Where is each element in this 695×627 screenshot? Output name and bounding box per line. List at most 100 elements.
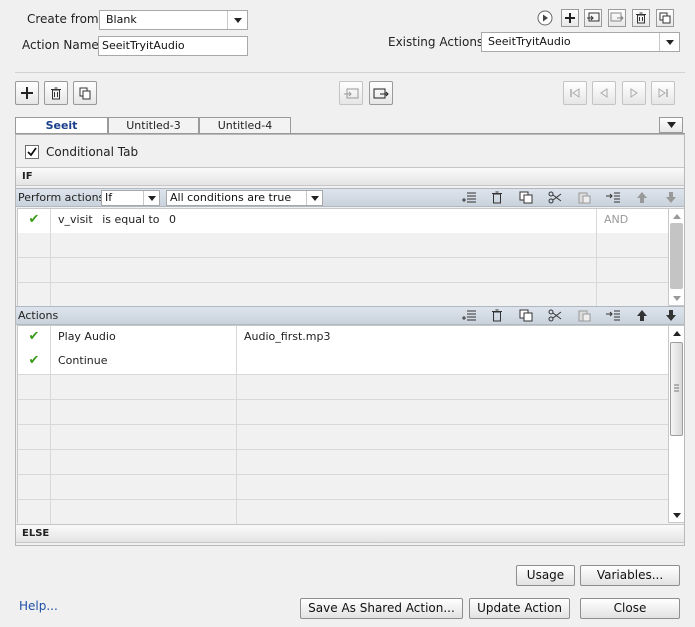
paste-icon[interactable] [574, 307, 594, 324]
action-name-label: Action Name: [22, 38, 103, 52]
save-as-shared-action-button[interactable]: Save As Shared Action... [300, 598, 463, 619]
table-row[interactable] [18, 500, 668, 524]
else-section-header: ELSE [16, 524, 684, 543]
delete-icon[interactable] [632, 9, 650, 27]
tab-seeit[interactable]: Seeit [15, 117, 108, 134]
import-icon[interactable] [339, 81, 363, 105]
move-up-icon[interactable] [632, 307, 652, 324]
table-row[interactable] [18, 475, 668, 500]
if-section-header: IF [16, 167, 684, 186]
chevron-down-icon[interactable] [227, 11, 247, 29]
actions-header: Actions [16, 306, 684, 325]
create-from-dropdown[interactable]: Blank [99, 10, 248, 30]
close-button[interactable]: Close [580, 598, 680, 619]
tab-untitled-4[interactable]: Untitled-4 [199, 117, 291, 134]
previous-icon[interactable] [592, 81, 616, 105]
copy-icon[interactable] [516, 307, 536, 324]
chevron-down-icon[interactable] [659, 33, 679, 51]
trash-icon[interactable] [487, 189, 507, 206]
existing-actions-label: Existing Actions: [388, 35, 488, 49]
action-target-cell[interactable] [237, 350, 668, 374]
paste-icon[interactable] [574, 189, 594, 206]
insert-row-icon[interactable] [459, 307, 479, 324]
insert-row-icon[interactable] [459, 189, 479, 206]
table-row[interactable] [18, 425, 668, 450]
action-name-field[interactable]: SeeitTryitAudio [98, 36, 248, 56]
row-check-icon: ✔ [18, 326, 51, 350]
condition-mode-value: All conditions are true [170, 191, 292, 204]
actions-scrollbar[interactable] [668, 326, 684, 522]
cut-icon[interactable] [545, 307, 565, 324]
scroll-up-icon[interactable] [669, 209, 684, 223]
conditional-tab-checkbox[interactable] [25, 145, 39, 159]
table-row[interactable]: ✔ Continue [18, 350, 668, 375]
actions-label: Actions [18, 309, 59, 322]
import-icon[interactable] [584, 9, 602, 27]
usage-button[interactable]: Usage [516, 565, 575, 586]
scroll-track [670, 223, 683, 289]
add-icon[interactable] [561, 9, 579, 27]
scroll-up-icon[interactable] [669, 326, 684, 340]
table-row[interactable] [18, 283, 668, 307]
table-row[interactable] [18, 400, 668, 425]
trash-icon[interactable] [44, 81, 68, 105]
row-check-icon: ✔ [18, 350, 51, 374]
update-action-button[interactable]: Update Action [469, 598, 570, 619]
condition-variable: v_visit [58, 213, 93, 226]
tab-untitled-3[interactable]: Untitled-3 [108, 117, 199, 134]
move-down-icon[interactable] [661, 189, 681, 206]
table-row[interactable] [18, 450, 668, 475]
table-row[interactable]: ✔ v_visit is equal to 0 AND [18, 209, 668, 234]
cut-icon[interactable] [545, 189, 565, 206]
play-icon[interactable] [537, 10, 553, 26]
next-icon[interactable] [622, 81, 646, 105]
create-from-label: Create from: [27, 12, 103, 26]
row-check-icon: ✔ [18, 209, 51, 233]
conditions-scrollbar[interactable] [668, 209, 684, 305]
help-link[interactable]: Help... [19, 599, 58, 613]
condition-value: 0 [169, 213, 177, 226]
create-from-value: Blank [106, 13, 137, 26]
perform-mode-value: If [105, 191, 113, 204]
perform-actions-header: Perform actions: If All conditions are t… [16, 188, 684, 207]
duplicate-icon[interactable] [656, 9, 674, 27]
condition-operator: is equal to [102, 213, 160, 226]
chevron-down-icon[interactable] [143, 191, 159, 205]
insert-after-icon[interactable] [603, 307, 623, 324]
copy-icon[interactable] [73, 81, 97, 105]
copy-icon[interactable] [516, 189, 536, 206]
actions-grid: ✔ Play Audio Audio_first.mp3 ✔ Continue [17, 325, 684, 524]
last-icon[interactable] [651, 81, 675, 105]
existing-actions-value: SeeitTryitAudio [488, 35, 571, 48]
action-name-cell[interactable]: Continue [51, 350, 237, 374]
export-icon[interactable] [369, 81, 393, 105]
move-down-icon[interactable] [661, 307, 681, 324]
move-up-icon[interactable] [632, 189, 652, 206]
conditions-grid: ✔ v_visit is equal to 0 AND [17, 208, 684, 307]
existing-actions-dropdown[interactable]: SeeitTryitAudio [481, 32, 680, 52]
add-icon[interactable] [15, 81, 39, 105]
scroll-thumb[interactable] [670, 342, 683, 436]
insert-after-icon[interactable] [603, 189, 623, 206]
variables-button[interactable]: Variables... [580, 565, 680, 586]
condition-expression[interactable]: v_visit is equal to 0 [51, 209, 597, 233]
export-icon[interactable] [608, 9, 626, 27]
table-row[interactable] [18, 233, 668, 258]
first-icon[interactable] [563, 81, 587, 105]
table-row[interactable]: ✔ Play Audio Audio_first.mp3 [18, 326, 668, 351]
scroll-down-icon[interactable] [669, 291, 684, 305]
action-target-cell[interactable]: Audio_first.mp3 [237, 326, 668, 350]
tabs-menu-button[interactable] [659, 117, 683, 133]
header-divider [15, 72, 685, 73]
perform-mode-dropdown[interactable]: If [101, 190, 160, 206]
chevron-down-icon[interactable] [306, 191, 322, 205]
perform-actions-label: Perform actions: [18, 191, 108, 204]
table-row[interactable] [18, 258, 668, 283]
condition-mode-dropdown[interactable]: All conditions are true [166, 190, 323, 206]
table-row[interactable] [18, 375, 668, 400]
action-name-cell[interactable]: Play Audio [51, 326, 237, 350]
conditional-tab-label: Conditional Tab [46, 145, 139, 159]
scroll-down-icon[interactable] [669, 508, 684, 522]
condition-logic[interactable]: AND [597, 209, 668, 233]
trash-icon[interactable] [487, 307, 507, 324]
